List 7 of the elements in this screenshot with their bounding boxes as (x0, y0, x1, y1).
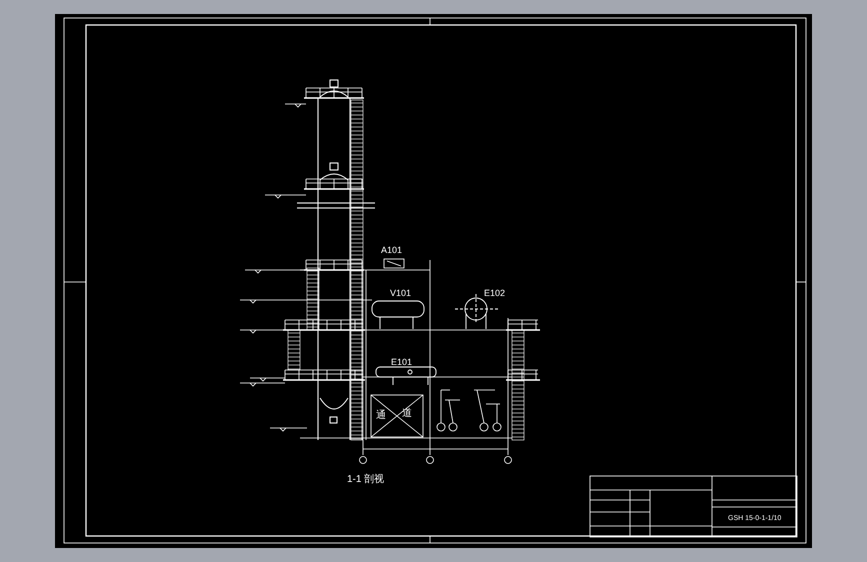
passage-label: 通 (376, 410, 386, 421)
equipment-label: E101 (391, 357, 412, 367)
equipment-label: E102 (484, 288, 506, 298)
equipment-label: A101 (381, 245, 402, 255)
equipment-label: V101 (390, 288, 412, 298)
section-title: 1-1 剖视 (347, 474, 384, 485)
passage-label: 道 (402, 408, 412, 419)
